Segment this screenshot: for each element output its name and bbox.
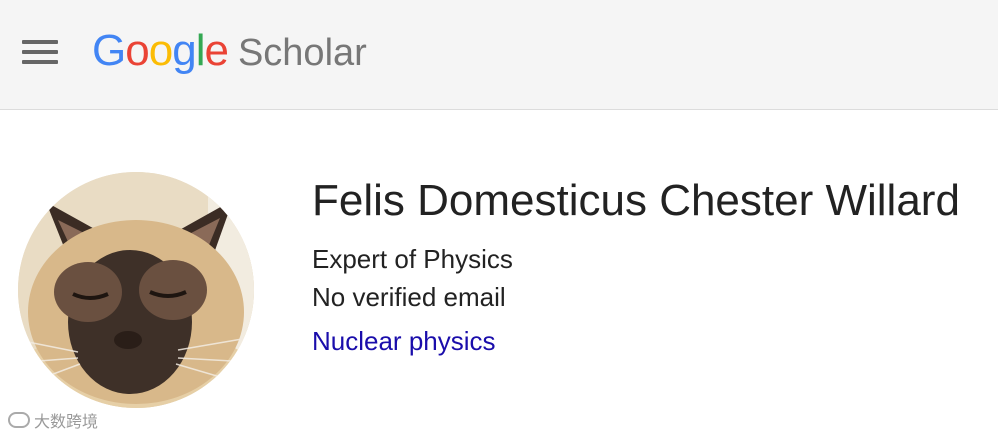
scholar-wordmark: Scholar <box>237 32 367 74</box>
google-letter-4: l <box>195 26 206 75</box>
google-letter-3: g <box>172 26 197 75</box>
top-bar: Google Scholar <box>0 0 998 110</box>
research-interest-link[interactable]: Nuclear physics <box>312 326 496 357</box>
author-affiliation: Expert of Physics <box>312 244 513 274</box>
watermark-text: 大数跨境 <box>34 414 99 431</box>
author-name: Felis Domesticus Chester Willard <box>312 176 960 225</box>
google-letter-2: o <box>148 26 174 75</box>
google-scholar-logo[interactable]: Google Scholar <box>92 26 367 76</box>
google-letter-1: o <box>125 26 150 75</box>
watermark: 大数跨境 <box>8 408 98 432</box>
siamese-cat-avatar <box>18 172 254 408</box>
email-verification-status: No verified email <box>312 282 506 312</box>
google-wordmark: Google <box>92 26 229 76</box>
watermark-logo-icon <box>8 412 30 428</box>
google-letter-5: e <box>204 26 229 75</box>
profile-section: Felis Domesticus Chester Willard Expert … <box>0 110 998 436</box>
profile-avatar[interactable] <box>18 172 254 408</box>
hamburger-menu-icon[interactable] <box>22 38 58 66</box>
google-letter-0: G <box>92 26 126 75</box>
